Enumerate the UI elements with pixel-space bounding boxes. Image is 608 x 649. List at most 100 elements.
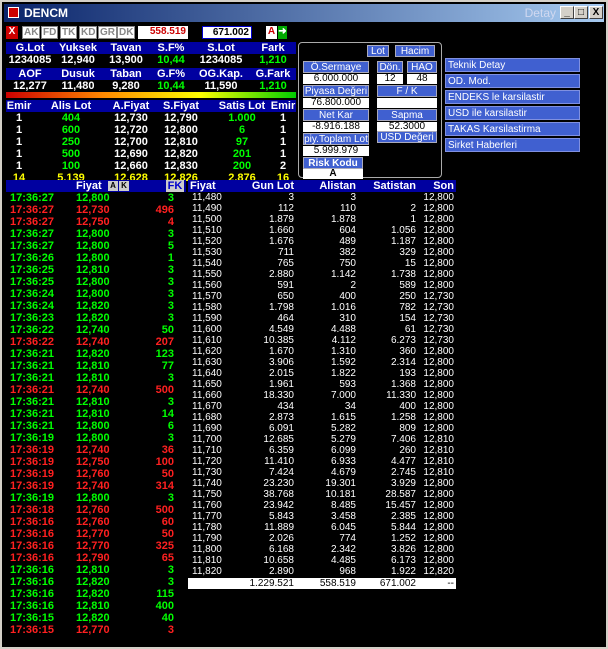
trade-row: 17:36:21 12,820 123	[6, 348, 186, 360]
close-icon[interactable]: X	[6, 26, 18, 39]
trade-price: 12,810	[76, 408, 110, 420]
depth-cell: 12,810	[423, 445, 454, 456]
depth-cell: 12.685	[263, 434, 294, 445]
trade-time: 17:36:19	[10, 468, 55, 480]
trade-lot: 314	[155, 480, 174, 492]
depth-cell: 11.410	[264, 456, 294, 467]
menu-usd[interactable]: USD ile karsilastir	[445, 106, 580, 120]
depth-row: 11,480 3 3 12,800	[188, 192, 456, 203]
close-button[interactable]: X	[589, 6, 603, 19]
volume-total: 671.002	[202, 26, 252, 39]
value-ogkap: 11,590	[204, 80, 238, 92]
trade-row: 17:36:21 12,810 3	[6, 396, 186, 408]
depth-cell: 12,800	[423, 269, 454, 280]
trade-price: 12,800	[76, 420, 110, 432]
sapma-label: Sapma	[377, 109, 437, 121]
order-cell: 1	[15, 160, 23, 172]
depth-cell: 15.457	[385, 500, 416, 511]
trade-time: 17:36:25	[10, 264, 55, 276]
trade-row: 17:36:19 12,760 50	[6, 468, 186, 480]
header-gun-lot: Gun Lot	[251, 180, 294, 192]
trade-lot: 14	[161, 408, 174, 420]
hacim-button[interactable]: Hacim	[395, 45, 435, 57]
menu-sirket-haberleri[interactable]: Sirket Haberleri	[445, 138, 580, 152]
menu-takas[interactable]: TAKAS Karsilastirma	[445, 122, 580, 136]
tab-ak[interactable]: AK	[22, 26, 41, 39]
header-dusuk: Dusuk	[61, 68, 95, 80]
maximize-button[interactable]: □	[574, 6, 588, 19]
tab-kd[interactable]: KD	[79, 26, 98, 39]
depth-cell: 12,730	[423, 291, 454, 302]
tab-fd[interactable]: FD	[41, 26, 59, 39]
depth-cell: 11,580	[192, 302, 222, 313]
depth-cell: 7.424	[268, 467, 294, 478]
trade-lot: 77	[161, 360, 174, 372]
depth-cell: 8.485	[330, 500, 356, 511]
depth-cell: 3.458	[330, 511, 356, 522]
title-bar[interactable]: DENCM Detay _ □ X	[4, 4, 604, 22]
depth-row: 11,640 2.015 1.822 193 12,800	[188, 368, 456, 379]
depth-cell: 12,800	[423, 522, 454, 533]
value-yuksek: 12,940	[61, 54, 95, 66]
order-cell: 500	[61, 148, 81, 160]
depth-cell: 593	[339, 379, 356, 390]
menu-teknik-detay[interactable]: Teknik Detay	[445, 58, 580, 72]
arrow-icon[interactable]: ➜	[278, 26, 287, 39]
order-cell: 201	[232, 148, 252, 160]
order-cell: 404	[61, 112, 81, 124]
depth-row: 11,720 11.410 6.933 4.477 12,810	[188, 456, 456, 467]
trade-row: 17:36:15 12,820 40	[6, 612, 186, 624]
trade-time: 17:36:18	[10, 504, 55, 516]
trade-price: 12,810	[76, 264, 110, 276]
tab-gr[interactable]: GR	[98, 26, 117, 39]
depth-cell: 360	[399, 346, 416, 357]
tab-dk[interactable]: DK	[117, 26, 136, 39]
depth-cell: 12,800	[423, 478, 454, 489]
usd-button[interactable]: USD Değeri	[377, 131, 437, 143]
header-depth-fiyat[interactable]: Fiyat	[190, 180, 216, 192]
depth-cell: 11,670	[192, 401, 222, 412]
trade-price: 12,810	[76, 360, 110, 372]
trade-row: 17:36:19 12,740 314	[6, 480, 186, 492]
depth-cell: 2.873	[268, 412, 294, 423]
trade-time: 17:36:23	[10, 312, 55, 324]
trade-price: 12,800	[76, 240, 110, 252]
depth-cell: 3.929	[390, 478, 416, 489]
k-sort-button[interactable]: K	[119, 181, 129, 191]
trade-lot: 5	[167, 240, 174, 252]
trade-time: 17:36:19	[10, 492, 55, 504]
header-satistan: Satistan	[373, 180, 416, 192]
depth-cell: 2.880	[268, 269, 294, 280]
depth-cell: 11,730	[192, 467, 222, 478]
depth-row: 11,620 1.670 1.310 360 12,800	[188, 346, 456, 357]
trade-time: 17:36:16	[10, 540, 55, 552]
a-button[interactable]: A	[266, 26, 277, 39]
minimize-button[interactable]: _	[560, 6, 574, 19]
depth-cell: 12,730	[423, 302, 454, 313]
depth-row: 11,560 591 2 589 12,800	[188, 280, 456, 291]
order-cell: 1	[15, 136, 23, 148]
order-row: 1 500 12,690 12,820 201 1	[6, 148, 296, 160]
order-row: 1 600 12,720 12,800 6 1	[6, 124, 296, 136]
depth-cell: 6.173	[390, 555, 416, 566]
a-sort-button[interactable]: A	[108, 181, 118, 191]
depth-cell: 12,800	[423, 357, 454, 368]
depth-cell: 23.942	[263, 500, 294, 511]
menu-endeks[interactable]: ENDEKS le karsilastir	[445, 90, 580, 104]
ptoplam-label: piy.Toplam Lot	[303, 133, 369, 145]
trade-price: 12,810	[76, 564, 110, 576]
trade-price: 12,750	[76, 456, 110, 468]
depth-cell: 7.406	[390, 434, 416, 445]
header-slot: S.Lot	[207, 42, 235, 54]
trade-row: 17:36:16 12,760 60	[6, 516, 186, 528]
menu-od-mod[interactable]: OD. Mod.	[445, 74, 580, 88]
tab-tk[interactable]: TK	[60, 26, 78, 39]
depth-cell: 11,530	[192, 247, 222, 258]
trade-price: 12,750	[76, 216, 110, 228]
trade-row: 17:36:22 12,740 50	[6, 324, 186, 336]
lot-button[interactable]: Lot	[367, 45, 389, 57]
fk-button[interactable]: FK	[166, 180, 184, 192]
trade-price: 12,800	[76, 192, 110, 204]
trade-row: 17:36:19 12,800 3	[6, 492, 186, 504]
trade-price: 12,800	[76, 276, 110, 288]
